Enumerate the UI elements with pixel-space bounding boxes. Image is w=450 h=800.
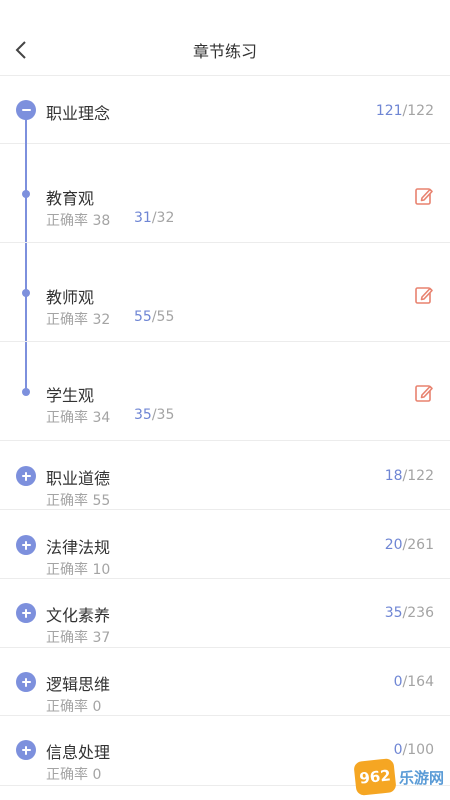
expand-icon[interactable] xyxy=(16,672,36,692)
chapter-accuracy: 正确率 55 xyxy=(46,493,111,509)
chapter-progress: 121/122 xyxy=(375,103,434,119)
watermark-logo: 962 乐游网 xyxy=(353,758,444,796)
chapter-progress: 20/261 xyxy=(384,537,434,553)
expand-icon[interactable] xyxy=(16,603,36,623)
chapter-progress: 0/164 xyxy=(393,674,434,690)
timeline-dot xyxy=(22,190,30,198)
section-title: 学生观 xyxy=(46,386,95,405)
section-accuracy: 正确率 32 xyxy=(46,312,111,328)
chapter-title: 职业道德 xyxy=(46,469,111,488)
chapter-accuracy: 正确率 10 xyxy=(46,562,111,578)
chapter-row[interactable]: 逻辑思维 正确率 0 0/164 xyxy=(0,648,450,716)
chapter-title: 法律法规 xyxy=(46,538,111,557)
collapse-icon[interactable] xyxy=(16,100,36,120)
timeline-dot xyxy=(22,388,30,396)
chapter-title: 信息处理 xyxy=(46,743,111,762)
chapter-row[interactable]: 职业道德 正确率 55 18/122 xyxy=(0,441,450,510)
chapter-progress: 0/100 xyxy=(393,742,434,758)
edit-icon[interactable] xyxy=(414,383,434,403)
chapter-row-expanded[interactable]: 职业理念 121/122 xyxy=(0,76,450,144)
chapter-title: 文化素养 xyxy=(46,606,111,625)
chapter-accuracy: 正确率 37 xyxy=(46,630,111,646)
expand-icon[interactable] xyxy=(16,535,36,555)
chapter-accuracy: 正确率 0 xyxy=(46,699,102,715)
edit-icon[interactable] xyxy=(414,186,434,206)
section-title: 教师观 xyxy=(46,288,95,307)
page-title: 章节练习 xyxy=(192,42,257,61)
watermark-text: 乐游网 xyxy=(398,768,444,787)
section-title: 教育观 xyxy=(46,189,95,208)
watermark-badge: 962 xyxy=(353,758,397,796)
chapter-progress: 35/236 xyxy=(384,605,434,621)
section-row[interactable]: 教师观 正确率 32 55/55 xyxy=(0,243,450,342)
section-accuracy: 正确率 38 xyxy=(46,213,111,229)
chapter-accuracy: 正确率 0 xyxy=(46,767,102,783)
chapter-title: 逻辑思维 xyxy=(46,675,111,694)
chapter-row[interactable]: 文化素养 正确率 37 35/236 xyxy=(0,579,450,648)
expand-icon[interactable] xyxy=(16,740,36,760)
section-progress: 55/55 xyxy=(134,309,175,325)
section-row[interactable]: 学生观 正确率 34 35/35 xyxy=(0,342,450,441)
chapter-row[interactable]: 法律法规 正确率 10 20/261 xyxy=(0,510,450,579)
chapter-title: 职业理念 xyxy=(46,104,111,123)
expand-icon[interactable] xyxy=(16,466,36,486)
chapter-progress: 18/122 xyxy=(384,468,434,484)
timeline-dot xyxy=(22,289,30,297)
top-bar: 章节练习 xyxy=(0,0,450,76)
section-accuracy: 正确率 34 xyxy=(46,410,111,426)
section-progress: 35/35 xyxy=(134,407,175,423)
section-row[interactable]: 教育观 正确率 38 31/32 xyxy=(0,144,450,243)
edit-icon[interactable] xyxy=(414,285,434,305)
section-progress: 31/32 xyxy=(134,210,175,226)
